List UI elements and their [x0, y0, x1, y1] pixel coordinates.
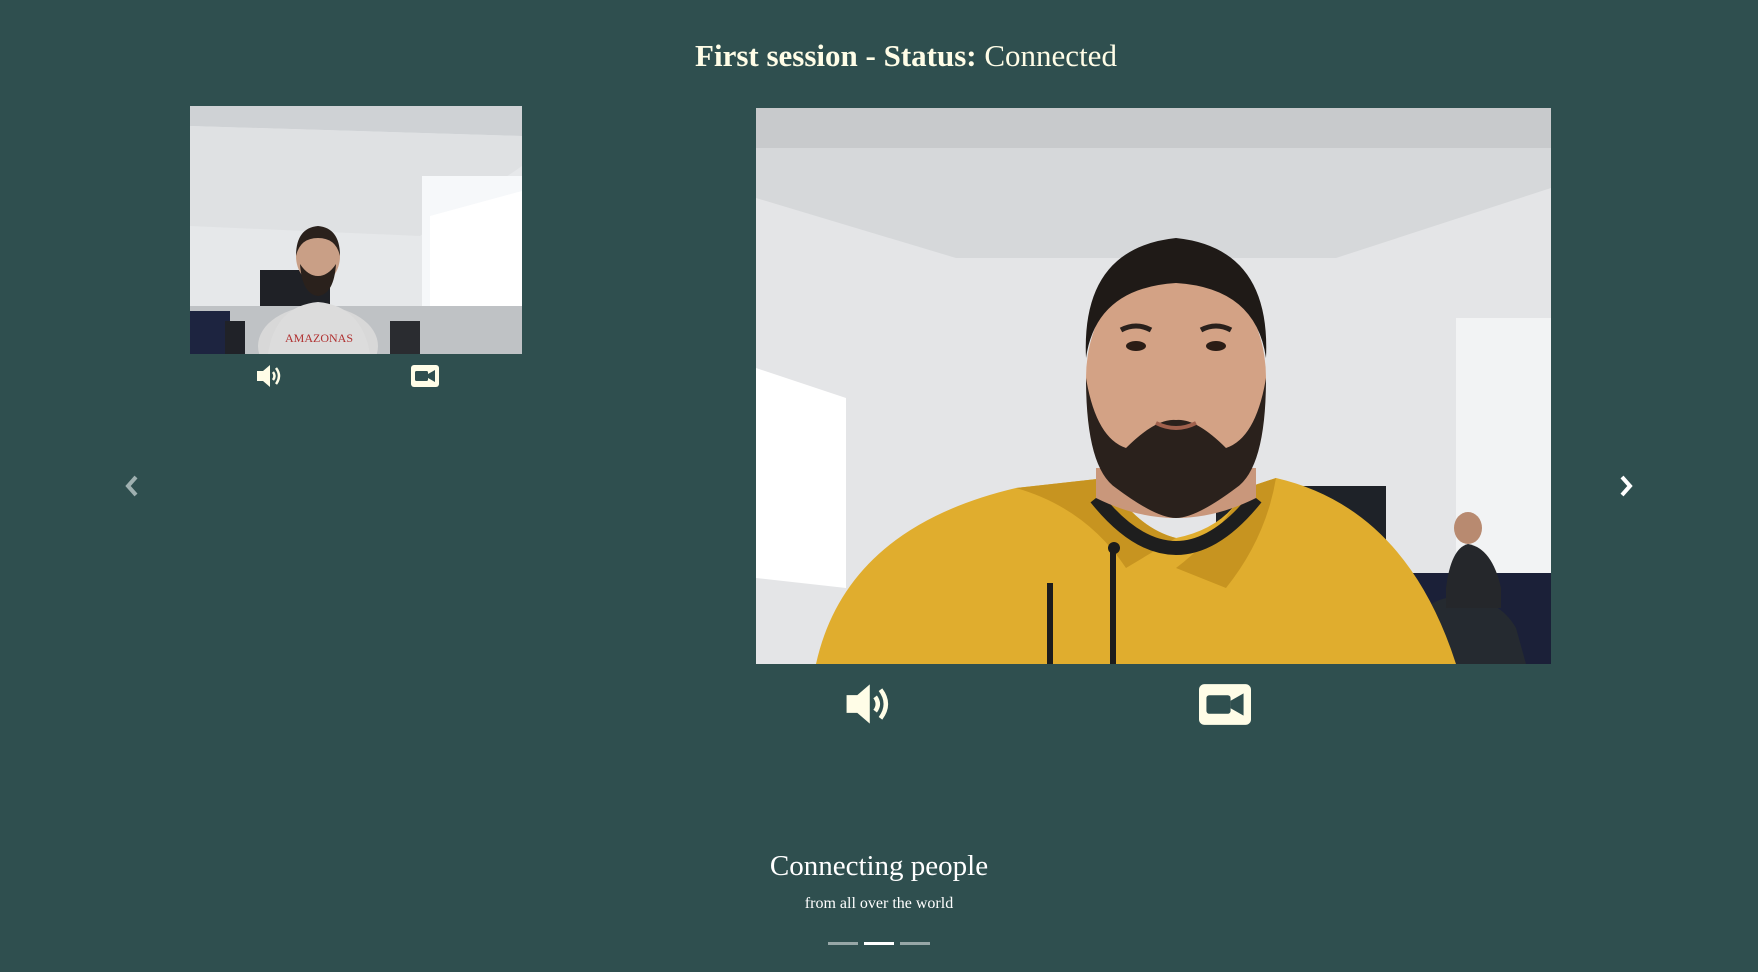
svg-text:AMAZONAS: AMAZONAS — [285, 331, 353, 345]
local-video: AMAZONAS — [190, 106, 522, 354]
carousel-caption-title: Connecting people — [769, 850, 989, 882]
chevron-left-icon — [125, 475, 138, 497]
carousel-caption-subtitle: from all over the world — [804, 895, 954, 912]
local-video-toggle[interactable] — [411, 365, 439, 387]
page-title: First session - Status: Connected — [0, 38, 1758, 74]
session-label: First session - Status: — [695, 38, 977, 73]
status-value: Connected — [984, 38, 1117, 73]
local-audio-toggle[interactable] — [255, 363, 283, 389]
speaker-icon — [846, 684, 889, 724]
speaker-icon — [257, 365, 281, 387]
carousel-indicator[interactable] — [900, 942, 930, 945]
video-camera-icon — [411, 365, 439, 387]
remote-video — [756, 108, 1551, 664]
remote-audio-toggle[interactable] — [843, 680, 893, 728]
remote-video-toggle[interactable] — [1199, 684, 1251, 725]
carousel-prev-button[interactable] — [123, 474, 141, 498]
carousel-next-button[interactable] — [1617, 474, 1635, 498]
video-camera-icon — [1199, 684, 1251, 725]
chevron-right-icon — [1620, 475, 1633, 497]
carousel-indicator[interactable] — [828, 942, 858, 945]
carousel-indicators — [828, 942, 930, 945]
carousel-indicator-active[interactable] — [864, 942, 894, 945]
